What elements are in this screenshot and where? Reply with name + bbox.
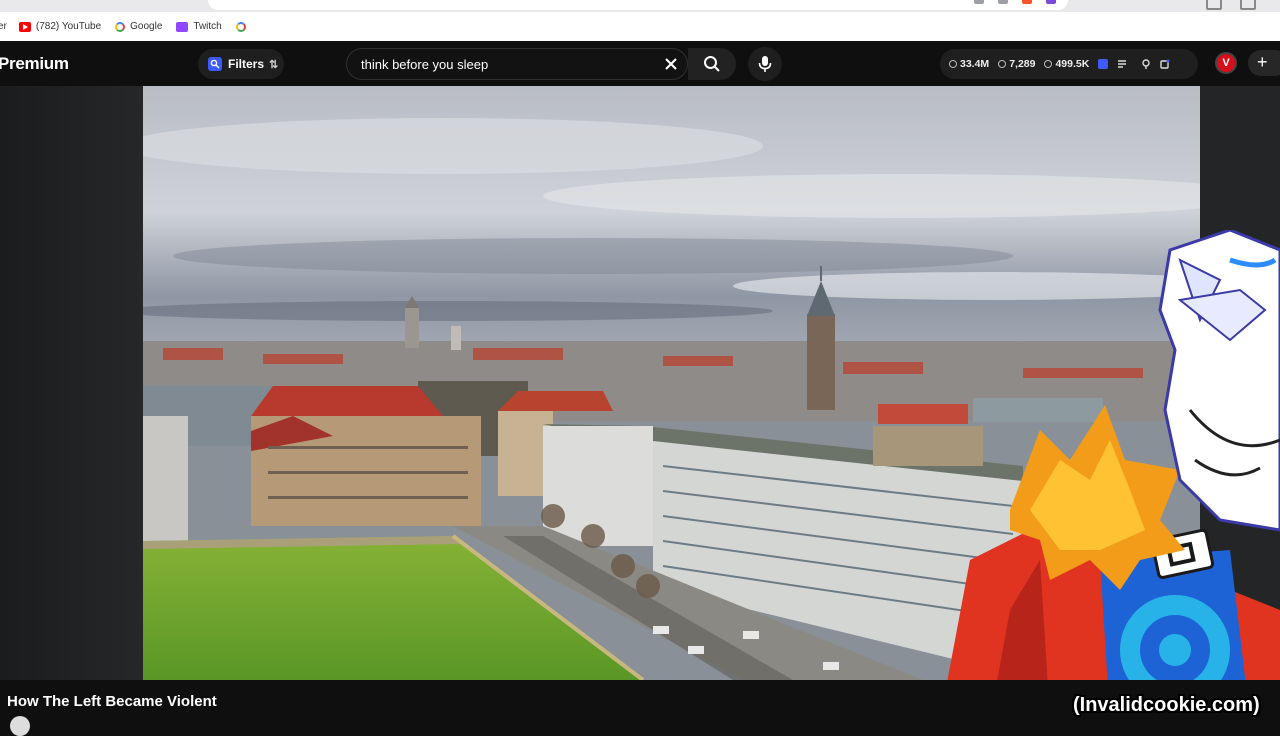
- profile-icon[interactable]: [1206, 0, 1222, 10]
- bookmark-google-2[interactable]: [235, 21, 251, 32]
- extension-icon: [208, 57, 222, 71]
- watching-count: 499.5K: [1055, 58, 1090, 70]
- voice-search-button[interactable]: [748, 47, 782, 81]
- share-icon[interactable]: [998, 0, 1008, 4]
- tag-icon[interactable]: [1160, 59, 1170, 69]
- browser-tab-strip: [0, 0, 1280, 12]
- left-backdrop: [0, 86, 143, 680]
- extension-icon[interactable]: [1046, 0, 1056, 4]
- search-input[interactable]: [359, 56, 653, 73]
- youtube-icon: [18, 21, 31, 32]
- vtuber-avatar-overlay: [940, 230, 1280, 720]
- sidebar-icon[interactable]: [1240, 0, 1256, 10]
- translate-icon[interactable]: [974, 0, 984, 4]
- google-icon: [115, 21, 126, 32]
- likes-count: 7,289: [1009, 58, 1036, 70]
- likes-stat: 7,289: [998, 58, 1035, 70]
- filters-button[interactable]: Filters ⇅: [198, 49, 284, 79]
- bookmark-twitch[interactable]: Twitch: [176, 21, 222, 32]
- microphone-icon: [758, 56, 772, 72]
- masthead: Premium Filters ⇅ 33.4M: [0, 41, 1280, 86]
- views-count: 33.4M: [960, 58, 990, 70]
- search-icon: [704, 56, 720, 72]
- bookmark-youtube[interactable]: (782) YouTube: [18, 21, 102, 32]
- watermark-text: (Invalidcookie.com): [1073, 694, 1260, 716]
- eye-icon: [998, 60, 1007, 68]
- clock-icon: [949, 60, 957, 68]
- award-icon[interactable]: [1141, 59, 1151, 69]
- video-title: How The Left Became Violent: [7, 693, 217, 710]
- views-stat: 33.4M: [949, 58, 989, 70]
- bookmark-label: er: [0, 21, 7, 32]
- clear-search-button[interactable]: [660, 53, 682, 75]
- watching-stat: 499.5K: [1044, 58, 1089, 70]
- twitch-icon: [176, 21, 189, 32]
- bookmark-google[interactable]: Google: [115, 21, 162, 32]
- account-avatar[interactable]: V: [1215, 52, 1237, 74]
- bookmark-cut[interactable]: er: [0, 21, 7, 32]
- eye-icon: [1044, 60, 1053, 68]
- close-icon: [665, 58, 677, 70]
- bookmarks-bar: er (782) YouTube Google Twitch: [0, 12, 1280, 41]
- google-icon: [235, 21, 246, 32]
- create-button[interactable]: +: [1248, 50, 1280, 76]
- search-box[interactable]: [346, 48, 688, 80]
- filters-label: Filters: [228, 57, 265, 71]
- list-icon[interactable]: [1117, 59, 1127, 69]
- search-button[interactable]: [688, 48, 736, 80]
- bookmark-label: Google: [130, 21, 163, 32]
- bookmark-label: Twitch: [193, 21, 222, 32]
- youtube-premium-logo[interactable]: Premium: [0, 54, 69, 74]
- tune-icon: ⇅: [269, 58, 279, 71]
- video-stats-widget: 33.4M 7,289 499.5K: [940, 49, 1198, 79]
- brave-shield-icon[interactable]: [1022, 0, 1032, 4]
- bookmark-label: (782) YouTube: [35, 21, 102, 32]
- address-bar[interactable]: [208, 0, 1068, 10]
- channel-avatar[interactable]: [10, 716, 30, 736]
- extension-search-icon[interactable]: [1098, 59, 1109, 69]
